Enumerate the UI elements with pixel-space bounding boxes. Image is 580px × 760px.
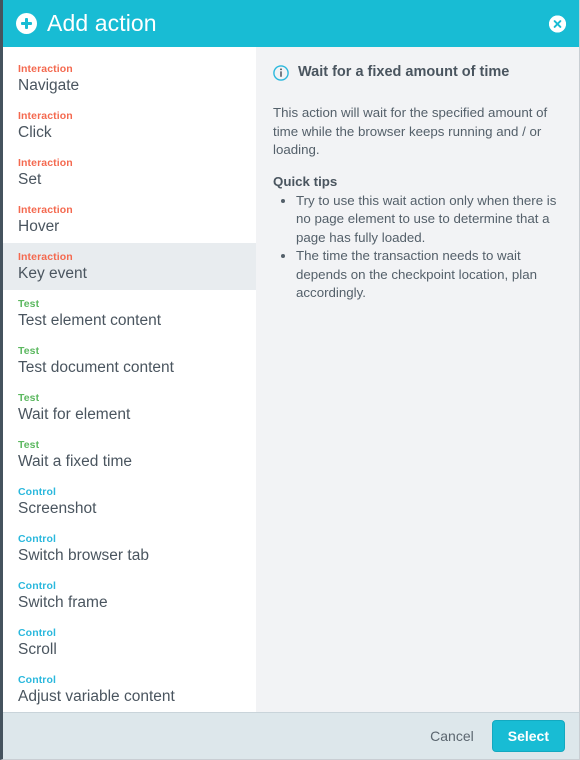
action-item[interactable]: Control Switch frame	[3, 572, 256, 619]
action-item[interactable]: Test Test document content	[3, 337, 256, 384]
action-category-label: Interaction	[18, 156, 73, 169]
action-category-label: Test	[18, 391, 40, 404]
action-name-label: Set	[18, 170, 42, 188]
action-category-label: Test	[18, 344, 40, 357]
action-category-label: Test	[18, 438, 40, 451]
action-item[interactable]: Control Switch browser tab	[3, 525, 256, 572]
quick-tip-item: The time the transaction needs to wait d…	[296, 247, 563, 303]
plus-circle-icon	[16, 13, 37, 34]
detail-description: This action will wait for the specified …	[273, 105, 548, 158]
action-category-label: Interaction	[18, 203, 73, 216]
action-category-label: Control	[18, 673, 57, 686]
dialog-title: Add action	[47, 10, 157, 36]
action-name-label: Click	[18, 123, 52, 141]
detail-header: Wait for a fixed amount of time	[273, 64, 563, 81]
select-button[interactable]: Select	[491, 720, 565, 752]
action-name-label: Key event	[18, 264, 87, 282]
action-item[interactable]: Interaction Key event	[3, 243, 256, 290]
action-name-label: Scroll	[18, 640, 57, 658]
dialog-header: Add action	[3, 0, 579, 47]
action-item[interactable]: Test Wait for element	[3, 384, 256, 431]
action-item[interactable]: Interaction Hover	[3, 196, 256, 243]
action-item[interactable]: Interaction Set	[3, 149, 256, 196]
action-name-label: Switch frame	[18, 593, 108, 611]
quick-tips-list: Try to use this wait action only when th…	[273, 192, 563, 303]
dialog-footer: Cancel Select	[3, 712, 579, 759]
action-name-label: Switch browser tab	[18, 546, 149, 564]
action-name-label: Adjust variable content	[18, 687, 175, 705]
action-name-label: Hover	[18, 217, 60, 235]
detail-title: Wait for a fixed amount of time	[298, 64, 510, 80]
action-name-label: Test element content	[18, 311, 162, 329]
close-circle-icon[interactable]	[549, 15, 566, 32]
action-item[interactable]: Test Wait a fixed time	[3, 431, 256, 478]
quick-tips-title: Quick tips	[273, 173, 338, 189]
action-item[interactable]: Interaction Navigate	[3, 55, 256, 102]
action-name-label: Test document content	[18, 358, 174, 376]
action-item[interactable]: Control Screenshot	[3, 478, 256, 525]
action-name-label: Wait for element	[18, 405, 131, 423]
action-name-label: Navigate	[18, 76, 80, 94]
action-name-label: Screenshot	[18, 499, 97, 517]
action-category-label: Control	[18, 532, 57, 545]
action-category-label: Control	[18, 485, 57, 498]
action-item[interactable]: Test Test element content	[3, 290, 256, 337]
add-action-dialog: Add action Interaction Navigate Interactio…	[0, 0, 580, 760]
action-category-label: Interaction	[18, 62, 73, 75]
action-name-label: Wait a fixed time	[18, 452, 132, 470]
action-detail-panel: Wait for a fixed amount of time This act…	[256, 47, 579, 712]
action-category-label: Interaction	[18, 250, 73, 263]
action-item[interactable]: Control Adjust variable content	[3, 666, 256, 712]
action-item[interactable]: Control Scroll	[3, 619, 256, 666]
action-category-label: Control	[18, 626, 57, 639]
cancel-button[interactable]: Cancel	[420, 722, 484, 750]
action-list[interactable]: Interaction Navigate Interaction Click Inter…	[3, 47, 256, 712]
info-circle-icon	[273, 64, 289, 81]
dialog-body: Interaction Navigate Interaction Click Inter…	[3, 47, 579, 712]
action-category-label: Interaction	[18, 109, 73, 122]
action-category-label: Control	[18, 579, 57, 592]
action-category-label: Test	[18, 297, 40, 310]
quick-tip-item: Try to use this wait action only when th…	[296, 192, 563, 248]
action-item[interactable]: Interaction Click	[3, 102, 256, 149]
